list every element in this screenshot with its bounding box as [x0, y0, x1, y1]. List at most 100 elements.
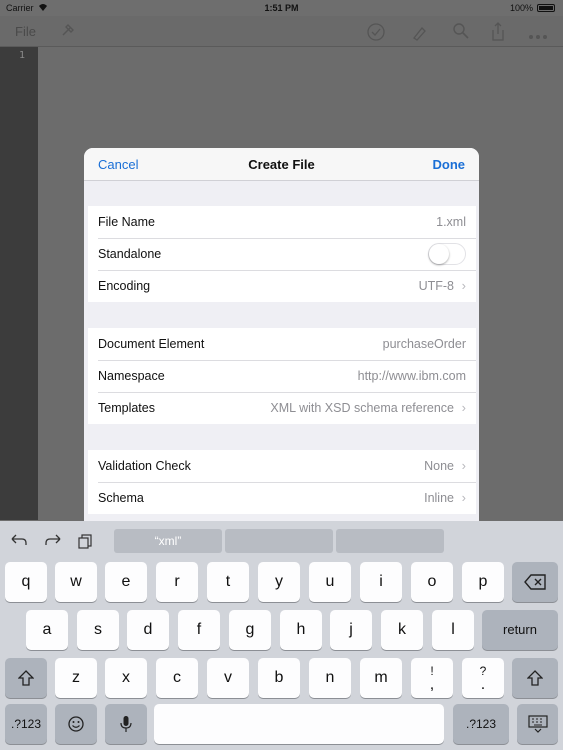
more-icon[interactable] [528, 27, 548, 43]
key-o[interactable]: o [411, 562, 453, 602]
search-icon[interactable] [452, 22, 470, 43]
suggestion-1[interactable]: “xml” [114, 529, 222, 553]
key-h[interactable]: h [280, 610, 322, 650]
key-w[interactable]: w [55, 562, 97, 602]
emoji-icon [68, 716, 84, 732]
key-n[interactable]: n [309, 658, 351, 698]
validate-icon[interactable] [366, 22, 386, 45]
standalone-toggle[interactable] [428, 243, 466, 265]
key-l[interactable]: l [432, 610, 474, 650]
key-s[interactable]: s [77, 610, 119, 650]
line-number: 1 [18, 50, 25, 61]
backspace-key[interactable] [512, 562, 558, 602]
dismiss-keyboard-key[interactable] [517, 704, 558, 744]
validation-settings-group: Validation Check None › Schema Inline › [88, 450, 476, 514]
key-i[interactable]: i [360, 562, 402, 602]
shortcut-bar: “xml” [0, 521, 563, 559]
shift-key-left[interactable] [5, 658, 47, 698]
key-period-label: . [480, 676, 486, 693]
document-settings-group: Document Element purchaseOrder Namespace… [88, 328, 476, 424]
battery-percentage: 100% [509, 3, 533, 13]
key-b[interactable]: b [258, 658, 300, 698]
document-element-field[interactable]: purchaseOrder [383, 337, 466, 351]
file-name-field[interactable]: 1.xml [436, 215, 466, 229]
undo-icon[interactable] [10, 533, 28, 550]
key-q[interactable]: q [5, 562, 47, 602]
templates-row[interactable]: Templates XML with XSD schema reference … [88, 392, 476, 424]
hammer-icon[interactable] [60, 22, 76, 41]
standalone-row: Standalone [88, 238, 476, 270]
shift-key-right[interactable] [512, 658, 558, 698]
validation-check-label: Validation Check [98, 459, 191, 473]
file-name-row[interactable]: File Name 1.xml [88, 206, 476, 238]
schema-label: Schema [98, 491, 144, 505]
encoding-value: UTF-8 [418, 279, 454, 293]
file-menu-button[interactable]: File [15, 24, 36, 39]
dialog-title: Create File [248, 157, 315, 172]
shift-icon [17, 670, 35, 686]
namespace-label: Namespace [98, 369, 165, 383]
document-element-label: Document Element [98, 337, 205, 351]
encoding-row[interactable]: Encoding UTF-8 › [88, 270, 476, 302]
standalone-label: Standalone [98, 247, 162, 261]
toggle-knob [429, 244, 449, 264]
key-p[interactable]: p [462, 562, 504, 602]
done-button[interactable]: Done [433, 157, 466, 172]
key-y[interactable]: y [258, 562, 300, 602]
dialog-header: Cancel Create File Done [84, 148, 479, 181]
shift-icon [526, 670, 544, 686]
file-name-label: File Name [98, 215, 155, 229]
templates-label: Templates [98, 401, 155, 415]
file-settings-group: File Name 1.xml Standalone Encoding UTF-… [88, 206, 476, 302]
paste-icon[interactable] [78, 533, 94, 552]
key-e[interactable]: e [105, 562, 147, 602]
key-t[interactable]: t [207, 562, 249, 602]
key-comma-label: , [429, 676, 435, 693]
microphone-icon [120, 716, 132, 732]
chevron-right-icon: › [461, 400, 466, 415]
key-k[interactable]: k [381, 610, 423, 650]
encoding-label: Encoding [98, 279, 151, 293]
numbers-key-left[interactable]: .?123 [5, 704, 47, 744]
chevron-right-icon: › [461, 490, 466, 505]
numbers-key-right[interactable]: .?123 [453, 704, 509, 744]
chevron-right-icon: › [461, 278, 466, 293]
namespace-row[interactable]: Namespace http://www.ibm.com [88, 360, 476, 392]
document-element-row[interactable]: Document Element purchaseOrder [88, 328, 476, 360]
validation-check-row[interactable]: Validation Check None › [88, 450, 476, 482]
templates-value: XML with XSD schema reference [270, 401, 454, 415]
status-bar: Carrier 1:51 PM 100% [0, 0, 563, 16]
battery-icon [537, 4, 555, 12]
key-r[interactable]: r [156, 562, 198, 602]
validation-check-value: None [424, 459, 454, 473]
onscreen-keyboard: “xml” q w e r t y u i o p a s d f g h j … [0, 521, 563, 750]
key-v[interactable]: v [207, 658, 249, 698]
share-icon[interactable] [490, 22, 506, 45]
brush-icon[interactable] [410, 22, 430, 45]
key-c[interactable]: c [156, 658, 198, 698]
key-z[interactable]: z [55, 658, 97, 698]
key-u[interactable]: u [309, 562, 351, 602]
space-key[interactable] [154, 704, 444, 744]
key-a[interactable]: a [26, 610, 68, 650]
emoji-key[interactable] [55, 704, 97, 744]
key-question-period[interactable]: ? . [462, 658, 504, 698]
key-j[interactable]: j [330, 610, 372, 650]
dictation-key[interactable] [105, 704, 147, 744]
schema-row[interactable]: Schema Inline › [88, 482, 476, 514]
create-file-dialog: Cancel Create File Done File Name 1.xml … [84, 148, 479, 521]
key-g[interactable]: g [229, 610, 271, 650]
key-f[interactable]: f [178, 610, 220, 650]
suggestion-2[interactable] [225, 529, 333, 553]
key-x[interactable]: x [105, 658, 147, 698]
return-key[interactable]: return [482, 610, 558, 650]
key-exclaim-comma[interactable]: ! , [411, 658, 453, 698]
suggestion-3[interactable] [336, 529, 444, 553]
key-m[interactable]: m [360, 658, 402, 698]
line-number-gutter: 1 [0, 47, 38, 520]
editor-toolbar: File [0, 16, 563, 47]
key-d[interactable]: d [127, 610, 169, 650]
redo-icon[interactable] [44, 533, 62, 550]
clock: 1:51 PM [264, 3, 299, 13]
namespace-field[interactable]: http://www.ibm.com [358, 369, 466, 383]
